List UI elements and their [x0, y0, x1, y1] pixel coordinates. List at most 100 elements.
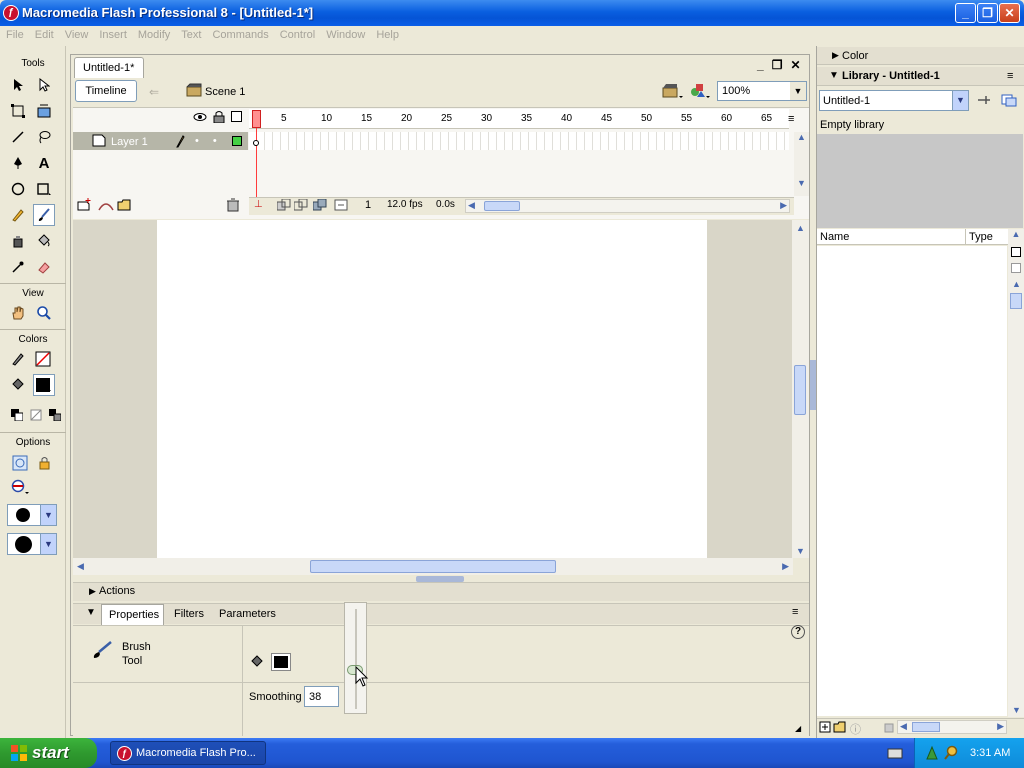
expand-arrow-icon[interactable]: ▶	[832, 50, 839, 61]
brush-tool-icon[interactable]	[33, 204, 55, 226]
actions-label[interactable]: Actions	[99, 585, 135, 597]
menu-control[interactable]: Control	[274, 26, 320, 41]
minimize-button[interactable]: _	[955, 3, 976, 23]
new-library-panel-icon[interactable]	[1001, 93, 1017, 107]
menu-window[interactable]: Window	[320, 26, 370, 41]
doc-close-icon[interactable]: ✕	[790, 58, 808, 72]
rectangle-tool-icon[interactable]	[33, 178, 55, 200]
hand-tool-icon[interactable]	[7, 302, 29, 324]
clock[interactable]: 3:31 AM	[970, 747, 1010, 759]
menu-commands[interactable]: Commands	[206, 26, 273, 41]
pencil-tool-icon[interactable]	[7, 204, 29, 226]
close-button[interactable]: ✕	[999, 3, 1020, 23]
scroll-down-icon[interactable]: ▼	[796, 546, 805, 556]
menu-edit[interactable]: Edit	[29, 26, 59, 41]
black-white-icon[interactable]	[10, 409, 23, 421]
smoothing-input[interactable]: 38	[304, 686, 339, 707]
layer-frames[interactable]	[249, 132, 789, 150]
stroke-color-swatch[interactable]	[33, 348, 55, 370]
playhead[interactable]	[252, 110, 261, 128]
oval-tool-icon[interactable]	[7, 178, 29, 200]
column-type[interactable]: Type	[969, 231, 993, 243]
menu-text[interactable]: Text	[175, 26, 206, 41]
help-icon[interactable]: ?	[791, 625, 805, 639]
onion-skin-icon[interactable]	[277, 199, 291, 211]
eraser-tool-icon[interactable]	[33, 256, 55, 278]
chevron-down-icon[interactable]: ▼	[952, 91, 968, 110]
sort-up-icon[interactable]: ▲	[1012, 279, 1021, 289]
stage[interactable]	[157, 220, 707, 558]
menu-insert[interactable]: Insert	[93, 26, 132, 41]
stage-vscroll[interactable]: ▲ ▼	[792, 220, 809, 558]
layer-visibility-dots[interactable]: ••	[195, 135, 231, 147]
paint-bucket-tool-icon[interactable]	[33, 230, 55, 252]
document-tab[interactable]: Untitled-1*	[74, 57, 144, 78]
free-transform-tool-icon[interactable]	[7, 100, 29, 122]
empty-keyframe[interactable]	[253, 140, 259, 146]
frame-rate[interactable]: 12.0 fps	[387, 199, 423, 210]
scroll-thumb[interactable]	[794, 365, 806, 415]
scroll-up-icon[interactable]: ▲	[1008, 229, 1024, 239]
delete-layer-icon[interactable]	[226, 198, 240, 212]
brush-size-select[interactable]: ▼	[7, 504, 57, 526]
fill-transform-tool-icon[interactable]	[33, 100, 55, 122]
timeline-vscroll[interactable]: ▲ ▼	[794, 132, 809, 196]
keyboard-icon[interactable]	[887, 747, 903, 759]
column-name[interactable]: Name	[820, 231, 849, 243]
modify-onion-markers-icon[interactable]	[334, 199, 348, 211]
pin-library-icon[interactable]	[976, 93, 992, 107]
timeline-toggle-button[interactable]: Timeline	[75, 80, 137, 102]
zoom-select[interactable]: 100% ▼	[717, 81, 807, 101]
doc-restore-icon[interactable]: ❐	[772, 58, 791, 72]
scroll-down-icon[interactable]: ▼	[794, 178, 809, 188]
scroll-up-icon[interactable]: ▲	[794, 132, 809, 142]
show-hide-layers-icon[interactable]	[193, 112, 207, 122]
properties-icon[interactable]: ⓘ	[850, 721, 861, 737]
narrow-view-icon[interactable]	[1011, 263, 1021, 273]
brush-mode-icon[interactable]	[9, 476, 31, 498]
panel-menu-icon[interactable]: ≡	[792, 606, 798, 618]
insert-folder-icon[interactable]	[117, 198, 133, 212]
layer-name[interactable]: Layer 1	[111, 136, 148, 148]
subselection-tool-icon[interactable]	[33, 74, 55, 96]
menu-help[interactable]: Help	[370, 26, 404, 41]
scroll-right-icon[interactable]: ▶	[782, 561, 789, 572]
scroll-up-icon[interactable]: ▲	[792, 220, 809, 233]
collapse-arrow-icon[interactable]: ▼	[86, 607, 96, 618]
eyedropper-tool-icon[interactable]	[7, 256, 29, 278]
scroll-thumb[interactable]	[310, 560, 556, 573]
brush-shape-select[interactable]: ▼	[7, 533, 57, 555]
object-drawing-icon[interactable]	[9, 452, 31, 474]
doc-minimize-icon[interactable]: _	[757, 58, 772, 72]
menu-modify[interactable]: Modify	[132, 26, 175, 41]
new-symbol-icon[interactable]	[819, 721, 831, 733]
tab-properties[interactable]: Properties	[101, 604, 164, 625]
line-tool-icon[interactable]	[7, 126, 29, 148]
swap-colors-icon[interactable]	[49, 409, 62, 421]
tab-filters[interactable]: Filters	[174, 608, 204, 620]
outline-layers-icon[interactable]	[231, 111, 242, 122]
search-tray-icon[interactable]	[943, 745, 959, 761]
ink-bottle-tool-icon[interactable]	[7, 230, 29, 252]
edit-multiple-frames-icon[interactable]	[313, 199, 327, 211]
onion-skin-outlines-icon[interactable]	[294, 199, 308, 211]
actions-panel-header[interactable]	[73, 582, 809, 601]
library-vscroll[interactable]: ▲ ▲ ▼	[1008, 229, 1024, 717]
fill-color-swatch[interactable]	[271, 653, 291, 671]
scroll-thumb[interactable]	[484, 201, 520, 211]
edit-symbols-icon[interactable]	[689, 82, 711, 100]
scroll-thumb[interactable]	[912, 722, 940, 732]
insert-layer-icon[interactable]	[77, 198, 93, 212]
add-motion-guide-icon[interactable]	[97, 198, 115, 212]
chevron-down-icon[interactable]: ▼	[40, 534, 56, 554]
scene-label[interactable]: Scene 1	[205, 86, 245, 98]
center-frame-icon[interactable]: ⊥	[254, 199, 263, 210]
scroll-right-icon[interactable]: ▶	[780, 200, 787, 211]
restore-button[interactable]: ❐	[977, 3, 998, 23]
library-panel-title[interactable]: Library - Untitled-1	[842, 70, 940, 82]
edit-scene-icon[interactable]	[662, 82, 684, 100]
library-select[interactable]: Untitled-1 ▼	[819, 90, 969, 111]
scroll-thumb[interactable]	[1010, 293, 1022, 309]
zoom-tool-icon[interactable]	[33, 302, 55, 324]
resize-grip-icon[interactable]: ◢	[795, 724, 801, 733]
